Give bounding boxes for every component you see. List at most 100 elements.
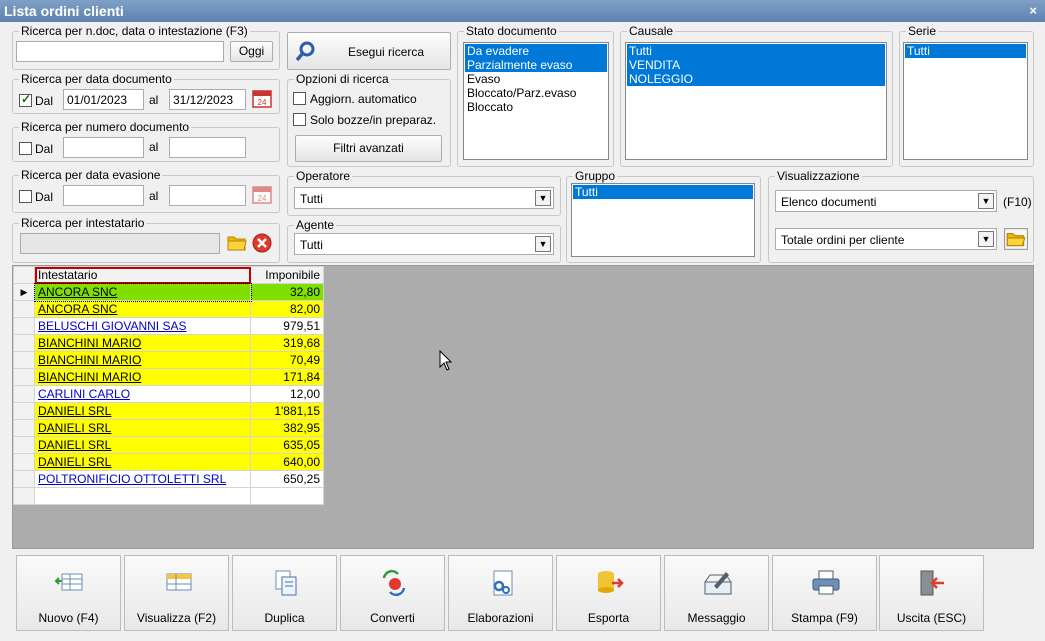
- table-row[interactable]: BELUSCHI GIOVANNI SAS 979,51: [13, 317, 324, 335]
- customer-link[interactable]: BIANCHINI MARIO: [38, 336, 141, 350]
- convert-button[interactable]: Converti: [340, 555, 445, 631]
- table-row[interactable]: POLTRONIFICIO OTTOLETTI SRL 650,25: [13, 470, 324, 488]
- table-row[interactable]: BIANCHINI MARIO 70,49: [13, 351, 324, 369]
- row-indicator[interactable]: [13, 368, 35, 386]
- customer-link[interactable]: DANIELI SRL: [38, 421, 111, 435]
- auto-update-checkbox[interactable]: [293, 92, 306, 105]
- view-select[interactable]: Elenco documenti ▼: [775, 190, 997, 212]
- cell-intestatario[interactable]: POLTRONIFICIO OTTOLETTI SRL: [34, 470, 251, 488]
- customer-link[interactable]: POLTRONIFICIO OTTOLETTI SRL: [38, 472, 226, 486]
- table-row[interactable]: ▶ ANCORA SNC 32,80: [13, 282, 324, 302]
- row-indicator[interactable]: [13, 334, 35, 352]
- clear-icon[interactable]: [251, 232, 273, 254]
- table-row[interactable]: ANCORA SNC 82,00: [13, 300, 324, 318]
- chevron-down-icon[interactable]: ▼: [535, 236, 551, 252]
- duplicate-button[interactable]: Duplica: [232, 555, 337, 631]
- customer-link[interactable]: BELUSCHI GIOVANNI SAS: [38, 319, 186, 333]
- list-item[interactable]: Bloccato: [465, 100, 607, 114]
- cell-intestatario[interactable]: CARLINI CARLO: [34, 385, 251, 403]
- advanced-filters-button[interactable]: Filtri avanzati: [295, 135, 442, 162]
- exit-button[interactable]: Uscita (ESC): [879, 555, 984, 631]
- list-item[interactable]: Bloccato/Parz.evaso: [465, 86, 607, 100]
- customer-link[interactable]: BIANCHINI MARIO: [38, 353, 141, 367]
- list-item[interactable]: Tutti: [905, 44, 1026, 58]
- message-button[interactable]: Messaggio: [664, 555, 769, 631]
- date-doc-checkbox[interactable]: [19, 92, 32, 107]
- table-row[interactable]: DANIELI SRL 1'881,15: [13, 402, 324, 420]
- list-item[interactable]: Parzialmente evaso: [465, 58, 607, 72]
- drafts-only-checkbox[interactable]: [293, 113, 306, 126]
- table-row[interactable]: BIANCHINI MARIO 319,68: [13, 334, 324, 352]
- row-indicator[interactable]: [13, 419, 35, 437]
- table-row[interactable]: BIANCHINI MARIO 171,84: [13, 368, 324, 386]
- new-row[interactable]: [13, 487, 324, 505]
- customer-link[interactable]: BIANCHINI MARIO: [38, 370, 141, 384]
- column-header-intestatario[interactable]: Intestatario: [34, 266, 251, 284]
- date-doc-to-input[interactable]: [169, 89, 246, 110]
- view-button[interactable]: Visualizza (F2): [124, 555, 229, 631]
- search-button[interactable]: Esegui ricerca: [287, 32, 451, 70]
- current-row-arrow-icon[interactable]: ▶: [13, 283, 35, 301]
- list-item[interactable]: NOLEGGIO: [627, 72, 885, 86]
- list-item[interactable]: Tutti: [627, 44, 885, 58]
- cell-intestatario[interactable]: BIANCHINI MARIO: [34, 368, 251, 386]
- list-item[interactable]: Da evadere: [465, 44, 607, 58]
- row-indicator[interactable]: [13, 351, 35, 369]
- list-item[interactable]: VENDITA: [627, 58, 885, 72]
- calendar-icon[interactable]: 24: [251, 88, 273, 109]
- customer-link[interactable]: ANCORA SNC: [38, 285, 117, 299]
- date-evas-checkbox[interactable]: [19, 190, 32, 203]
- row-indicator[interactable]: [13, 385, 35, 403]
- stato-listbox[interactable]: Da evadere Parzialmente evaso Evaso Bloc…: [463, 42, 609, 160]
- search-doc-input[interactable]: [16, 41, 224, 62]
- operatore-select[interactable]: Tutti ▼: [294, 187, 554, 209]
- list-item[interactable]: Evaso: [465, 72, 607, 86]
- cell-intestatario[interactable]: ANCORA SNC: [34, 300, 251, 318]
- holder-input[interactable]: [20, 233, 220, 254]
- agente-select[interactable]: Tutti ▼: [294, 233, 554, 255]
- num-doc-from-input[interactable]: [63, 137, 144, 158]
- list-item[interactable]: Tutti: [573, 185, 753, 199]
- empty-cell[interactable]: [34, 487, 251, 505]
- chevron-down-icon[interactable]: ▼: [978, 193, 994, 209]
- empty-cell[interactable]: [250, 487, 324, 505]
- date-evas-from-input[interactable]: [63, 185, 144, 206]
- row-indicator[interactable]: [13, 470, 35, 488]
- date-evas-to-input[interactable]: [169, 185, 246, 206]
- process-button[interactable]: Elaborazioni: [448, 555, 553, 631]
- num-doc-checkbox[interactable]: [19, 142, 32, 155]
- row-indicator[interactable]: [13, 300, 35, 318]
- cell-intestatario[interactable]: ANCORA SNC: [33, 282, 252, 302]
- folder-open-icon[interactable]: [226, 233, 248, 253]
- print-button[interactable]: Stampa (F9): [772, 555, 877, 631]
- row-indicator[interactable]: [13, 317, 35, 335]
- row-indicator[interactable]: [13, 453, 35, 471]
- export-button[interactable]: Esporta: [556, 555, 661, 631]
- serie-listbox[interactable]: Tutti: [903, 42, 1028, 160]
- new-button[interactable]: Nuovo (F4): [16, 555, 121, 631]
- report-select[interactable]: Totale ordini per cliente ▼: [775, 228, 997, 250]
- table-row[interactable]: DANIELI SRL 640,00: [13, 453, 324, 471]
- cell-intestatario[interactable]: BIANCHINI MARIO: [34, 351, 251, 369]
- cell-intestatario[interactable]: DANIELI SRL: [34, 402, 251, 420]
- table-row[interactable]: DANIELI SRL 382,95: [13, 419, 324, 437]
- column-header-imponibile[interactable]: Imponibile: [250, 266, 324, 284]
- cell-intestatario[interactable]: DANIELI SRL: [34, 436, 251, 454]
- row-indicator[interactable]: [13, 436, 35, 454]
- customer-link[interactable]: ANCORA SNC: [38, 302, 117, 316]
- chevron-down-icon[interactable]: ▼: [535, 190, 551, 206]
- cell-intestatario[interactable]: DANIELI SRL: [34, 419, 251, 437]
- causale-listbox[interactable]: Tutti VENDITA NOLEGGIO: [625, 42, 887, 160]
- num-doc-to-input[interactable]: [169, 137, 246, 158]
- customer-link[interactable]: DANIELI SRL: [38, 404, 111, 418]
- folder-open-icon[interactable]: [1004, 228, 1028, 250]
- row-indicator[interactable]: [13, 402, 35, 420]
- today-button[interactable]: Oggi: [230, 41, 273, 62]
- cell-intestatario[interactable]: DANIELI SRL: [34, 453, 251, 471]
- cell-intestatario[interactable]: BIANCHINI MARIO: [34, 334, 251, 352]
- close-icon[interactable]: ×: [1029, 0, 1037, 22]
- customer-link[interactable]: DANIELI SRL: [38, 455, 111, 469]
- empty-cell[interactable]: [13, 487, 35, 505]
- customer-link[interactable]: CARLINI CARLO: [38, 387, 130, 401]
- gruppo-listbox[interactable]: Tutti: [571, 183, 755, 257]
